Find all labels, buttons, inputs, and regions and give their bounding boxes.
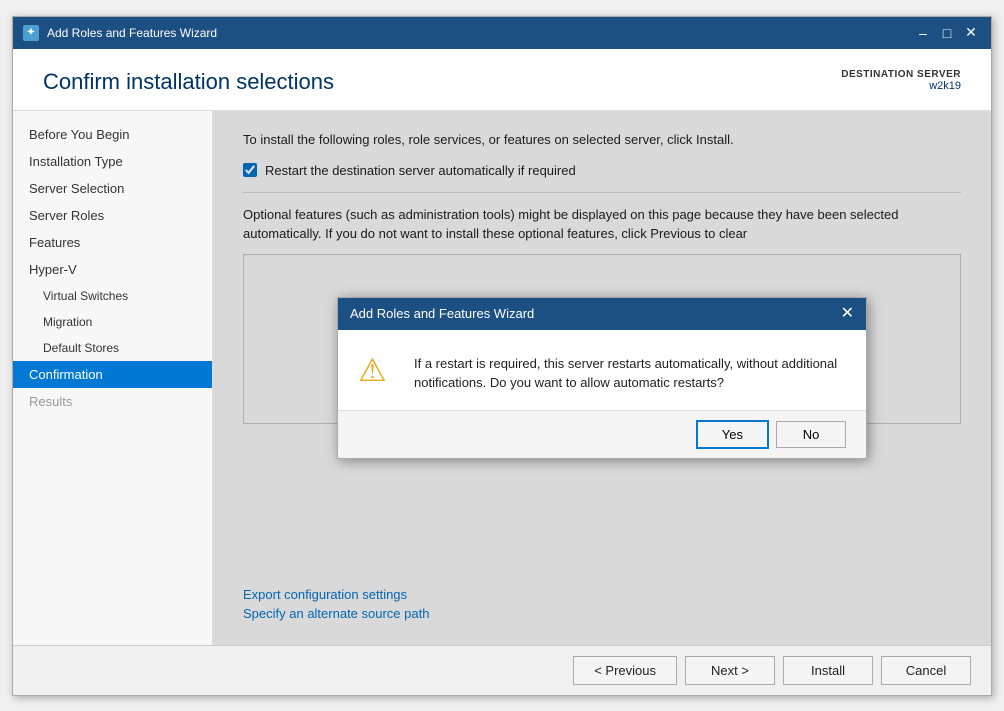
dialog-no-button[interactable]: No bbox=[776, 421, 846, 448]
sidebar-item-migration[interactable]: Migration bbox=[13, 309, 212, 335]
page-title: Confirm installation selections bbox=[43, 69, 334, 95]
app-icon: ✦ bbox=[23, 25, 39, 41]
dest-server-label: DESTINATION SERVER bbox=[841, 69, 961, 80]
body-area: Before You Begin Installation Type Serve… bbox=[13, 111, 991, 645]
main-window: ✦ Add Roles and Features Wizard – □ ✕ Co… bbox=[12, 16, 992, 696]
warning-icon: ⚠ bbox=[358, 354, 398, 394]
sidebar: Before You Begin Installation Type Serve… bbox=[13, 111, 213, 645]
dialog-overlay: Add Roles and Features Wizard ✕ ⚠ If a r… bbox=[213, 111, 991, 645]
window-title: Add Roles and Features Wizard bbox=[47, 26, 913, 40]
dialog-message: If a restart is required, this server re… bbox=[414, 354, 846, 393]
sidebar-item-hyper-v[interactable]: Hyper-V bbox=[13, 256, 212, 283]
footer: < Previous Next > Install Cancel bbox=[13, 645, 991, 695]
sidebar-item-default-stores[interactable]: Default Stores bbox=[13, 335, 212, 361]
dialog: Add Roles and Features Wizard ✕ ⚠ If a r… bbox=[337, 297, 867, 459]
window-controls: – □ ✕ bbox=[913, 23, 981, 43]
cancel-button[interactable]: Cancel bbox=[881, 656, 971, 685]
title-bar: ✦ Add Roles and Features Wizard – □ ✕ bbox=[13, 17, 991, 49]
main-content: Confirm installation selections DESTINAT… bbox=[13, 49, 991, 695]
sidebar-item-installation-type[interactable]: Installation Type bbox=[13, 148, 212, 175]
next-button[interactable]: Next > bbox=[685, 656, 775, 685]
dialog-title: Add Roles and Features Wizard bbox=[350, 306, 534, 321]
dest-server-name: w2k19 bbox=[841, 80, 961, 92]
sidebar-item-features[interactable]: Features bbox=[13, 229, 212, 256]
previous-button[interactable]: < Previous bbox=[573, 656, 677, 685]
dialog-close-button[interactable]: ✕ bbox=[841, 306, 854, 322]
sidebar-item-before-you-begin[interactable]: Before You Begin bbox=[13, 121, 212, 148]
content-area: To install the following roles, role ser… bbox=[213, 111, 991, 645]
dialog-yes-button[interactable]: Yes bbox=[697, 421, 768, 448]
install-button[interactable]: Install bbox=[783, 656, 873, 685]
maximize-button[interactable]: □ bbox=[937, 23, 957, 43]
minimize-button[interactable]: – bbox=[913, 23, 933, 43]
dialog-body: ⚠ If a restart is required, this server … bbox=[338, 330, 866, 410]
dialog-footer: Yes No bbox=[338, 410, 866, 458]
destination-server-info: DESTINATION SERVER w2k19 bbox=[841, 69, 961, 92]
sidebar-item-confirmation[interactable]: Confirmation bbox=[13, 361, 212, 388]
header-area: Confirm installation selections DESTINAT… bbox=[13, 49, 991, 111]
sidebar-item-server-roles[interactable]: Server Roles bbox=[13, 202, 212, 229]
close-button[interactable]: ✕ bbox=[961, 23, 981, 43]
sidebar-item-server-selection[interactable]: Server Selection bbox=[13, 175, 212, 202]
sidebar-item-results: Results bbox=[13, 388, 212, 415]
sidebar-item-virtual-switches[interactable]: Virtual Switches bbox=[13, 283, 212, 309]
dialog-title-bar: Add Roles and Features Wizard ✕ bbox=[338, 298, 866, 330]
